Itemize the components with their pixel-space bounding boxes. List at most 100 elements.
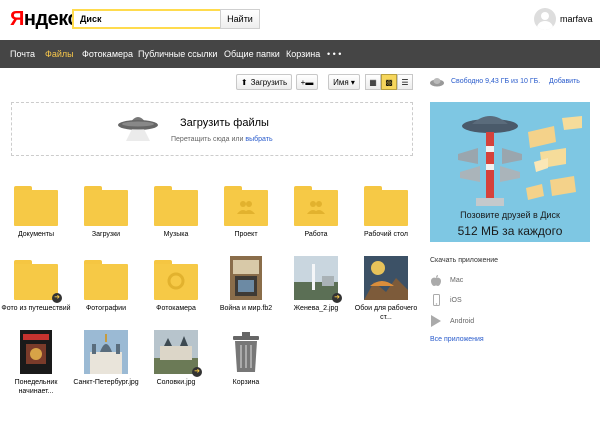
- file-item-monday-book[interactable]: Понедельник начинает...: [0, 330, 72, 396]
- shared-link-icon: ➜: [332, 293, 342, 303]
- app-label: Android: [450, 317, 475, 325]
- yandex-logo[interactable]: Яндекс: [10, 8, 79, 31]
- disk-icon: [430, 78, 444, 87]
- file-label: Работа: [304, 231, 328, 238]
- folder-icon: [84, 182, 128, 226]
- folder-icon: [84, 256, 128, 300]
- large-grid-icon: ▦: [369, 77, 377, 87]
- banner-line-2: 512 МБ за каждого: [457, 224, 563, 238]
- nav-camera[interactable]: Фотокамера: [82, 49, 133, 59]
- list-icon: ☰: [401, 77, 409, 87]
- folder-icon: [364, 182, 408, 226]
- upload-dropzone[interactable]: Загрузить файлы Перетащить сюда или выбр…: [11, 102, 413, 156]
- ufo-icon: [118, 117, 158, 141]
- main-nav: Почта Файлы Фотокамера Публичные ссылки …: [0, 40, 600, 68]
- nav-more[interactable]: • • •: [327, 49, 341, 59]
- file-label: Документы: [17, 231, 55, 238]
- all-apps-link[interactable]: Все приложения: [430, 336, 484, 343]
- file-item-solovki[interactable]: ➜ Соловки.jpg: [140, 330, 212, 387]
- file-item-work[interactable]: Работа: [280, 182, 352, 239]
- add-space-link[interactable]: Добавить: [549, 78, 580, 85]
- file-item-travel-photos[interactable]: ➜ Фото из путешествий: [0, 256, 72, 313]
- nav-files[interactable]: Файлы: [45, 49, 74, 59]
- file-item-saint-petersburg[interactable]: Санкт-Петербург.jpg: [70, 330, 142, 387]
- file-label: Женева_2.jpg: [293, 305, 339, 312]
- upload-arrow-icon: ⬆: [240, 77, 248, 87]
- shared-folder-icon: [224, 182, 268, 226]
- dropzone-title: Загрузить файлы: [180, 117, 269, 129]
- download-app-title: Скачать приложение: [430, 257, 499, 264]
- photo-thumbnail: [364, 256, 408, 300]
- dropzone-hint-text: Перетащить сюда или: [171, 136, 246, 143]
- file-item-wallpapers[interactable]: Обои для рабочего ст...: [350, 256, 422, 322]
- nav-shared-folders[interactable]: Общие папки: [224, 49, 280, 59]
- file-item-war-and-peace[interactable]: Война и мир.fb2: [210, 256, 282, 313]
- new-folder-button[interactable]: +▬: [296, 74, 318, 90]
- folder-icon: [154, 182, 198, 226]
- file-item-photos[interactable]: Фотографии: [70, 256, 142, 313]
- file-label: Обои для рабочего ст...: [354, 305, 418, 321]
- small-grid-icon: ▩: [385, 77, 393, 87]
- sort-dropdown[interactable]: Имя ▾: [328, 74, 360, 90]
- file-label: Рабочий стол: [364, 231, 408, 238]
- sort-label: Имя ▾: [333, 77, 355, 87]
- file-label: Понедельник начинает...: [14, 379, 58, 395]
- book-cover-thumbnail: [14, 330, 58, 374]
- header: Яндекс Найти marfava: [0, 0, 600, 40]
- large-grid-view-button[interactable]: ▦: [365, 74, 381, 90]
- folder-icon: [14, 182, 58, 226]
- apple-icon: [430, 274, 442, 286]
- camera-folder-icon: [154, 256, 198, 300]
- app-ios-link[interactable]: iOS: [430, 293, 462, 307]
- shared-folder-icon: [294, 182, 338, 226]
- free-space-text: Свободно 9,43 ГБ из 10 ГБ.: [451, 78, 541, 85]
- choose-files-link[interactable]: выбрать: [245, 136, 272, 143]
- upload-button[interactable]: ⬆ Загрузить: [236, 74, 292, 90]
- avatar-body: [537, 21, 553, 30]
- nav-public-links[interactable]: Публичные ссылки: [138, 49, 217, 59]
- file-label: Фото из путешествий: [1, 305, 71, 312]
- file-item-documents[interactable]: Документы: [0, 182, 72, 239]
- file-label: Корзина: [232, 379, 260, 386]
- play-icon: [430, 315, 442, 327]
- folder-icon: ➜: [14, 256, 62, 303]
- avatar[interactable]: [534, 8, 556, 30]
- app-android-link[interactable]: Android: [430, 314, 474, 328]
- file-item-downloads[interactable]: Загрузки: [70, 182, 142, 239]
- shared-link-icon: ➜: [52, 293, 62, 303]
- file-item-project[interactable]: Проект: [210, 182, 282, 239]
- phone-icon: [430, 294, 442, 306]
- banner-line-1: Позовите друзей в Диск: [460, 210, 560, 220]
- username[interactable]: marfava: [560, 14, 593, 24]
- file-item-trash[interactable]: Корзина: [210, 330, 282, 387]
- search-button[interactable]: Найти: [220, 9, 260, 29]
- file-label: Война и мир.fb2: [219, 305, 273, 312]
- file-item-geneva[interactable]: ➜ Женева_2.jpg: [280, 256, 352, 313]
- photo-thumbnail: [84, 330, 128, 374]
- file-item-camera[interactable]: Фотокамера: [140, 256, 212, 313]
- file-label: Фотокамера: [156, 305, 196, 312]
- shared-link-icon: ➜: [192, 367, 202, 377]
- trash-icon: [224, 330, 268, 374]
- app-mac-link[interactable]: Mac: [430, 273, 463, 287]
- megaphone-tower-illustration: [458, 116, 582, 206]
- nav-mail[interactable]: Почта: [10, 49, 35, 59]
- small-grid-view-button[interactable]: ▩: [381, 74, 397, 90]
- invite-friends-banner[interactable]: Позовите друзей в Диск 512 МБ за каждого: [430, 102, 590, 242]
- view-switcher: ▦ ▩ ☰: [365, 74, 413, 90]
- file-label: Соловки.jpg: [156, 379, 196, 386]
- photo-thumbnail: ➜: [154, 330, 202, 377]
- file-label: Проект: [234, 231, 258, 238]
- search-input[interactable]: [72, 9, 220, 29]
- logo-rest: ндекс: [23, 8, 79, 30]
- app-label: Mac: [450, 276, 464, 284]
- file-item-music[interactable]: Музыка: [140, 182, 212, 239]
- nav-trash[interactable]: Корзина: [286, 49, 320, 59]
- list-view-button[interactable]: ☰: [397, 74, 413, 90]
- file-label: Музыка: [163, 231, 189, 238]
- avatar-head: [541, 12, 549, 20]
- file-label: Загрузки: [91, 231, 121, 238]
- file-item-desktop[interactable]: Рабочий стол: [350, 182, 422, 239]
- logo-letter: Я: [10, 8, 24, 30]
- new-folder-icon: +▬: [300, 77, 314, 87]
